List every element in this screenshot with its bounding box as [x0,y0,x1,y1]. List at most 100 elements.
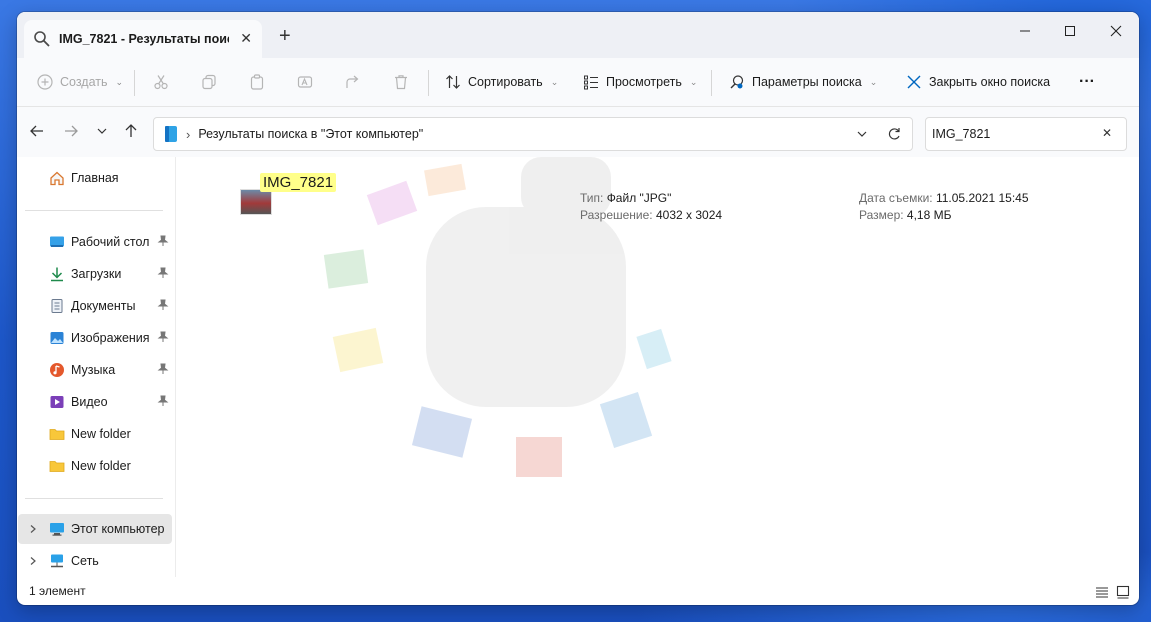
sidebar-item-new-folder[interactable]: New folder [17,451,172,481]
sidebar-item-label: Музыка [71,363,116,377]
sidebar-item-home[interactable]: Главная [17,163,172,193]
sidebar-divider [25,498,163,499]
copy-icon [202,74,216,90]
search-box[interactable]: IMG_7821 ✕ [925,117,1127,151]
file-name[interactable]: IMG_7821 [260,173,337,192]
item-count: 1 элемент [29,584,86,598]
maximize-icon [1065,26,1075,36]
toolbar-divider [134,70,135,96]
toolbar-divider [428,70,429,96]
more-options-button[interactable]: ··· [1079,58,1095,106]
arrow-up-icon [125,124,137,137]
clear-search-button[interactable]: ✕ [1102,126,1112,140]
up-button[interactable] [119,119,143,143]
delete-button[interactable] [393,58,409,106]
title-bar: IMG_7821 - Результаты поиск ✕ + [17,12,1139,58]
sidebar-item-new-folder[interactable]: New folder [17,419,172,449]
breadcrumb-path[interactable]: Результаты поиска в "Этот компьютер" [198,127,423,141]
tab-close-button[interactable]: ✕ [240,30,252,47]
details-view-icon[interactable] [1095,585,1109,599]
computer-icon [50,523,64,536]
sidebar-item-this-pc[interactable]: Этот компьютер [18,514,172,544]
rename-icon [297,76,313,88]
chevron-right-icon[interactable] [28,524,38,534]
sort-button[interactable]: Сортировать ⌄ [445,58,558,106]
folder-icon [49,429,65,440]
search-results-icon [165,126,177,142]
resolution-label: Разрешение: [580,208,653,222]
close-search-button[interactable]: Закрыть окно поиска [906,58,1050,106]
address-bar[interactable]: › Результаты поиска в "Этот компьютер" [153,117,913,151]
cut-button[interactable] [153,58,169,106]
home-icon [50,171,64,186]
results-pane: IMG_7821 Тип: Файл "JPG" Разрешение: 403… [176,157,1139,577]
chevron-down-icon: ⌄ [550,76,559,87]
view-label: Просмотреть [606,75,682,89]
copy-button[interactable] [201,58,217,106]
sidebar-item-label: Сеть [71,554,99,568]
address-dropdown-icon[interactable] [856,128,868,140]
file-size: Размер: 4,18 МБ [859,208,951,222]
large-icons-view-icon[interactable] [1116,585,1130,599]
chevron-down-icon [97,128,107,134]
search-options-icon [730,75,744,89]
sort-label: Сортировать [468,75,543,89]
sidebar-item-downloads[interactable]: Загрузки [17,259,172,289]
view-list-icon [584,75,598,90]
sidebar-item-video[interactable]: Видео [17,387,172,417]
address-row: › Результаты поиска в "Этот компьютер" I… [17,107,1139,157]
sidebar-item-pictures[interactable]: Изображения [17,323,172,353]
sidebar-item-label: Видео [71,395,108,409]
create-button[interactable]: Создать ⌄ [37,58,123,106]
sidebar-item-label: Загрузки [71,267,122,281]
search-input[interactable]: IMG_7821 [932,127,990,141]
minimize-icon [1020,30,1030,32]
recent-locations-button[interactable] [90,119,114,143]
sidebar-item-network[interactable]: Сеть [17,546,172,576]
back-button[interactable] [25,119,49,143]
new-tab-button[interactable]: + [279,26,291,46]
pin-icon[interactable] [157,299,169,311]
refresh-icon[interactable] [887,127,901,141]
share-button[interactable] [345,58,361,106]
file-date-taken: Дата съемки: 11.05.2021 15:45 [859,191,1029,205]
minimize-button[interactable] [1002,18,1048,48]
rename-button[interactable] [297,58,313,106]
arrow-left-icon [30,125,43,137]
command-bar: Создать ⌄ Сортировать ⌄ Просмотреть ⌄ Па… [17,58,1139,107]
pin-icon[interactable] [157,395,169,407]
paste-button[interactable] [249,58,265,106]
tab-search-results[interactable]: IMG_7821 - Результаты поиск ✕ [24,20,262,58]
close-window-button[interactable] [1093,18,1139,48]
sidebar-item-documents[interactable]: Документы [17,291,172,321]
network-icon [51,554,63,568]
share-icon [346,75,359,88]
chevron-right-icon[interactable] [28,556,38,566]
search-options-button[interactable]: Параметры поиска ⌄ [729,58,877,106]
sidebar-item-desktop[interactable]: Рабочий стол [17,227,172,257]
file-thumbnail[interactable] [240,189,272,215]
toolbar-divider [711,70,712,96]
plus-circle-icon [37,74,53,90]
sidebar-item-music[interactable]: Музыка [17,355,172,385]
view-button[interactable]: Просмотреть ⌄ [583,58,697,106]
sidebar-item-label: New folder [71,459,131,473]
forward-button[interactable] [59,119,83,143]
sidebar-item-label: Изображения [71,331,150,345]
close-icon [1110,25,1122,37]
navigation-pane: Главная Рабочий стол Загрузки Документы … [17,157,176,577]
file-resolution: Разрешение: 4032 x 3024 [580,208,722,222]
date-value: 11.05.2021 15:45 [935,191,1029,205]
video-icon [50,396,64,408]
cut-icon [154,75,168,90]
pin-icon[interactable] [157,267,169,279]
close-search-icon [907,75,921,89]
status-bar: 1 элемент [17,577,1139,605]
size-label: Размер: [859,208,904,222]
maximize-button[interactable] [1047,18,1093,48]
pin-icon[interactable] [157,363,169,375]
pin-icon[interactable] [157,331,169,343]
size-value: 4,18 МБ [906,208,952,222]
pin-icon[interactable] [157,235,169,247]
pictures-icon [50,332,64,344]
